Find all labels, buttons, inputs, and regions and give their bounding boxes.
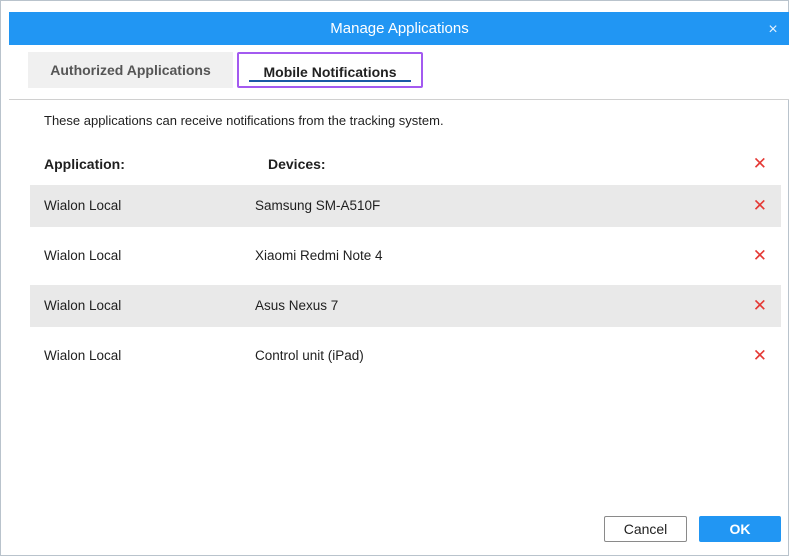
application-cell: Wialon Local [44, 248, 122, 263]
delete-icon[interactable]: ✕ [753, 235, 767, 277]
tab-mobile-notifications[interactable]: Mobile Notifications [237, 52, 423, 88]
tab-mobile-notifications-label: Mobile Notifications [263, 64, 397, 80]
dialog-titlebar: Manage Applications × [9, 12, 789, 45]
tab-authorized-applications[interactable]: Authorized Applications [28, 52, 233, 88]
table-row: Wialon Local Asus Nexus 7 ✕ [30, 285, 781, 327]
device-cell: Control unit (iPad) [255, 348, 364, 363]
delete-icon[interactable]: ✕ [753, 285, 767, 327]
notifications-table: Application: Devices: ✕ Wialon Local Sam… [30, 143, 781, 377]
active-tab-underline [249, 80, 411, 82]
dialog-footer: Cancel OK [9, 511, 789, 551]
table-row: Wialon Local Control unit (iPad) ✕ [30, 335, 781, 377]
tab-bar: Authorized Applications Mobile Notificat… [9, 45, 789, 100]
application-cell: Wialon Local [44, 298, 122, 313]
close-icon[interactable]: × [762, 12, 784, 47]
device-cell: Asus Nexus 7 [255, 298, 339, 313]
column-header-devices: Devices: [268, 156, 326, 172]
table-header-row: Application: Devices: ✕ [30, 143, 781, 185]
application-cell: Wialon Local [44, 198, 122, 213]
manage-applications-dialog: Manage Applications × Authorized Applica… [0, 0, 789, 556]
column-header-application: Application: [44, 156, 125, 172]
table-row: Wialon Local Xiaomi Redmi Note 4 ✕ [30, 235, 781, 277]
delete-icon[interactable]: ✕ [753, 185, 767, 227]
device-cell: Samsung SM-A510F [255, 198, 381, 213]
application-cell: Wialon Local [44, 348, 122, 363]
table-row: Wialon Local Samsung SM-A510F ✕ [30, 185, 781, 227]
dialog-title: Manage Applications [330, 20, 469, 37]
intro-text: These applications can receive notificat… [44, 113, 444, 128]
cancel-button[interactable]: Cancel [604, 516, 687, 542]
delete-all-icon[interactable]: ✕ [753, 143, 767, 185]
ok-button[interactable]: OK [699, 516, 781, 542]
delete-icon[interactable]: ✕ [753, 335, 767, 377]
device-cell: Xiaomi Redmi Note 4 [255, 248, 383, 263]
